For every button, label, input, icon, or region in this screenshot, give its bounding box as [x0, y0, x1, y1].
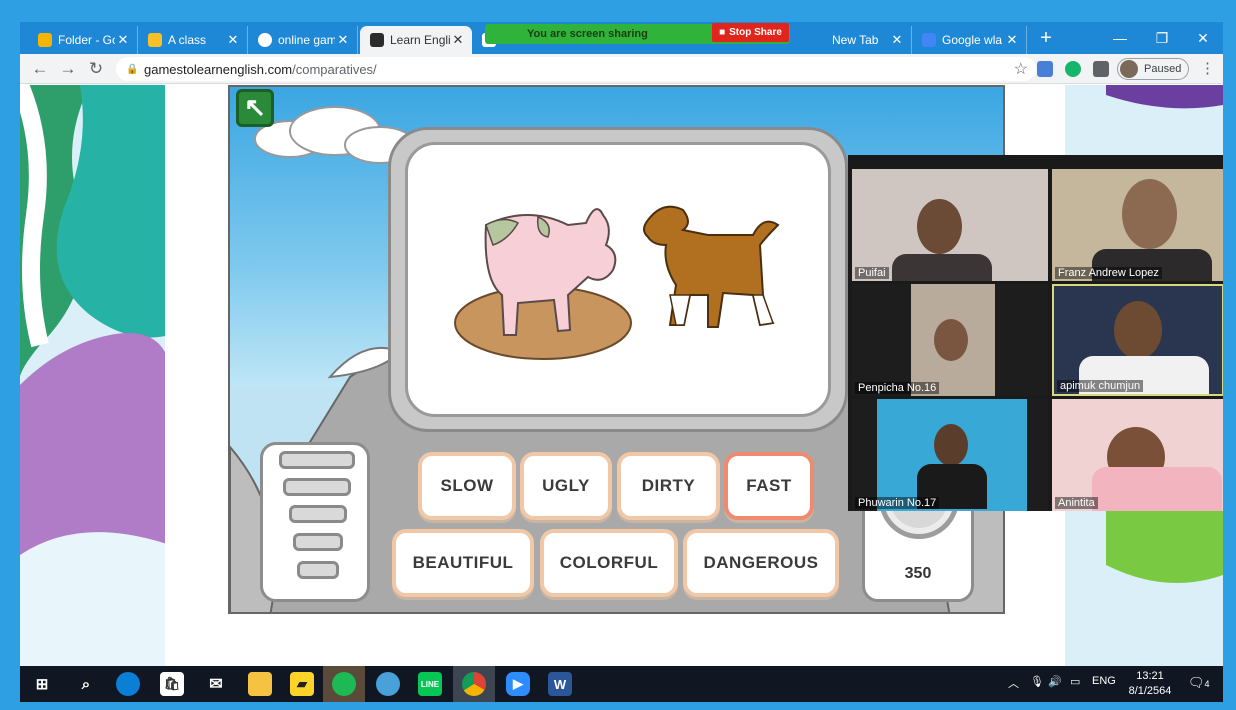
forward-arrow-icon[interactable]: → [57, 58, 79, 80]
tab-learn-english[interactable]: Learn Englis ✕ [360, 26, 472, 54]
chrome-icon[interactable] [462, 672, 486, 696]
word-button-dirty[interactable]: DIRTY [617, 452, 720, 520]
spotify-icon[interactable] [332, 672, 356, 696]
question-screen [388, 127, 848, 432]
share-status: You are screen sharing [527, 28, 648, 40]
close-icon[interactable]: ✕ [335, 32, 351, 48]
grammarly-extension-icon[interactable] [1065, 61, 1081, 77]
language-indicator[interactable]: ENG [1092, 675, 1116, 687]
tab-folder[interactable]: Folder - Go ✕ [28, 26, 138, 54]
participant-tile[interactable]: Anintita [1052, 399, 1223, 511]
ladder-rung [297, 561, 339, 579]
word-button-fast[interactable]: FAST [724, 452, 814, 520]
extensions-puzzle-icon[interactable] [1093, 61, 1109, 77]
classroom-icon [148, 33, 162, 47]
participant-tile[interactable]: Franz Andrew Lopez [1052, 169, 1223, 281]
word-button-slow[interactable]: SLOW [418, 452, 516, 520]
tab-new-tab[interactable]: New Tab ✕ [802, 26, 912, 54]
file-explorer-icon[interactable] [248, 672, 272, 696]
mail-icon[interactable]: ✉ [204, 672, 228, 696]
windows-taskbar: ⊞ ⌕ 🛍 ✉ ▰ LINE ▶ W ︿ 🎙 🔊 ▭ ENG 13:21 8/1… [20, 666, 1223, 702]
ladder-rung [283, 478, 351, 496]
restore-button[interactable]: ❐ [1142, 26, 1182, 50]
avatar [1120, 60, 1138, 78]
video-gallery: Puifai Franz Andrew Lopez Penpicha No.16… [848, 155, 1223, 511]
drive-icon [38, 33, 52, 47]
close-icon[interactable]: ✕ [225, 32, 241, 48]
windows-start-icon[interactable]: ⊞ [30, 672, 54, 696]
menu-kebab-icon[interactable]: ⋮ [1200, 59, 1215, 77]
notification-count: 4 [1204, 679, 1210, 689]
word-button-beautiful[interactable]: BEAUTIFUL [392, 529, 534, 597]
ladder-rung [279, 451, 355, 469]
decorative-left-border [20, 85, 170, 666]
google-icon [258, 33, 272, 47]
back-button[interactable]: ↖ [236, 89, 274, 127]
participant-tile[interactable]: Penpicha No.16 [852, 284, 1048, 396]
question-display [405, 142, 831, 417]
edge-icon[interactable] [116, 672, 140, 696]
tab-strip: Folder - Go ✕ A class ✕ online gam ✕ Lea… [20, 22, 1223, 54]
battery-icon[interactable]: ▭ [1070, 675, 1080, 688]
search-icon[interactable]: ⌕ [74, 672, 98, 696]
participant-tile[interactable]: Phuwarin No.17 [852, 399, 1048, 511]
site-icon [370, 33, 384, 47]
tab-online-games[interactable]: online gam ✕ [248, 26, 358, 54]
ladder-rung [293, 533, 343, 551]
tab-google-translate[interactable]: Google wla ✕ [912, 26, 1027, 54]
close-icon[interactable]: ✕ [889, 32, 905, 48]
tray-expand-icon[interactable]: ︿ [1008, 675, 1019, 691]
address-bar[interactable]: 🔒 gamestolearnenglish.com/comparatives/ … [116, 57, 1036, 81]
lock-icon: 🔒 [126, 64, 139, 75]
line-icon[interactable]: LINE [418, 672, 442, 696]
browser-window: Folder - Go ✕ A class ✕ online gam ✕ Lea… [20, 22, 1223, 666]
participant-tile[interactable]: apimuk chumjun [1052, 284, 1223, 396]
word-button-ugly[interactable]: UGLY [520, 452, 612, 520]
store-icon[interactable]: 🛍 [160, 672, 184, 696]
notification-icon[interactable]: 🗨4 [1188, 675, 1210, 691]
close-icon[interactable]: ✕ [1004, 32, 1020, 48]
progress-ladder [260, 442, 370, 602]
translate-extension-icon[interactable] [1037, 61, 1053, 77]
close-icon[interactable]: ✕ [450, 32, 466, 48]
new-tab-button[interactable]: + [1035, 27, 1057, 49]
url-text: gamestolearnenglish.com/comparatives/ [144, 61, 377, 77]
volume-icon[interactable]: 🔊 [1048, 675, 1062, 688]
participant-tile[interactable]: Puifai [852, 169, 1048, 281]
bookmark-star-icon[interactable]: ☆ [1014, 59, 1028, 79]
newtab-icon [812, 33, 826, 47]
microphone-icon[interactable]: 🎙 [1030, 675, 1044, 688]
zoom-icon[interactable]: ▶ [506, 672, 530, 696]
reload-icon[interactable]: ↻ [85, 58, 107, 80]
tab-a-class[interactable]: A class ✕ [138, 26, 248, 54]
web-page: ↖ SLOW UGLY DIRTY FAST BEAUTIFUL COLORFU… [20, 85, 1223, 666]
word-button-colorful[interactable]: COLORFUL [540, 529, 678, 597]
ladder-rung [289, 505, 347, 523]
minimize-button[interactable]: — [1100, 26, 1140, 50]
back-arrow-icon[interactable]: ← [29, 58, 51, 80]
profile-button[interactable]: Paused [1117, 58, 1189, 80]
translate-icon [922, 33, 936, 47]
word-icon[interactable]: W [548, 672, 572, 696]
word-button-dangerous[interactable]: DANGEROUS [683, 529, 839, 597]
stop-share-button[interactable]: ■ Stop Share [712, 23, 789, 42]
app-icon[interactable] [376, 672, 400, 696]
browser-toolbar: ← → ↻ 🔒 gamestolearnenglish.com/comparat… [20, 54, 1223, 84]
close-icon[interactable]: ✕ [115, 32, 131, 48]
sticky-notes-icon[interactable]: ▰ [290, 672, 314, 696]
pig-and-dog-illustration [454, 205, 780, 360]
score-value: 350 [904, 565, 932, 582]
system-clock[interactable]: 13:21 8/1/2564 [1125, 669, 1175, 699]
close-window-button[interactable]: ✕ [1183, 26, 1223, 50]
